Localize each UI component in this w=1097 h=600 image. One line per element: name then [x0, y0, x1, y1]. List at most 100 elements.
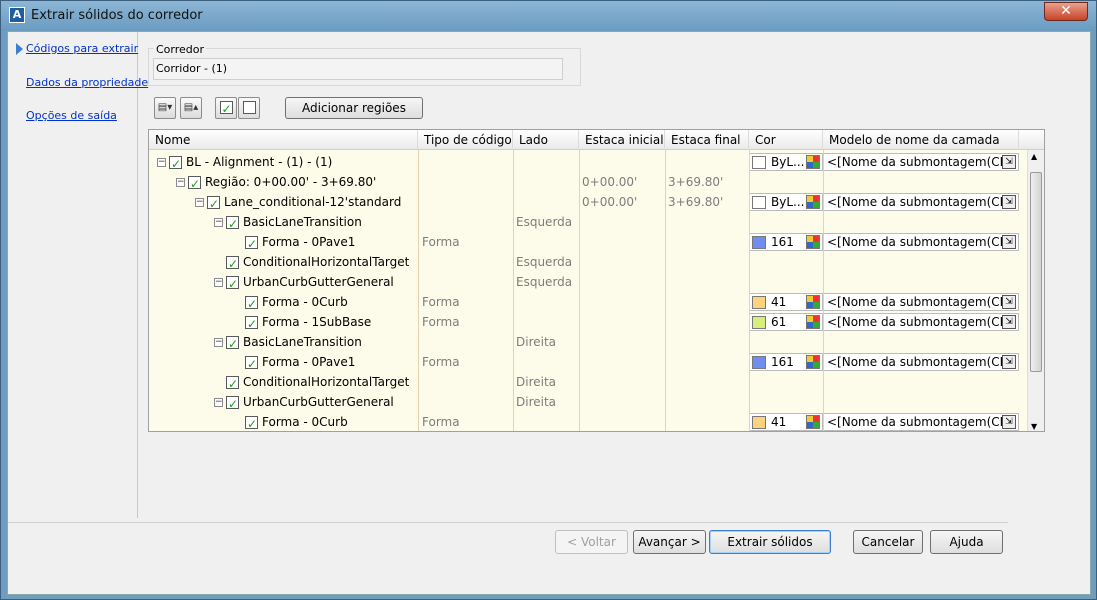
row-checkbox[interactable]: [169, 154, 182, 172]
grid-row[interactable]: ConditionalHorizontalTarget Esquerda: [149, 252, 1029, 272]
grid-row[interactable]: − BasicLaneTransition Direita: [149, 332, 1029, 352]
layer-name-template-field[interactable]: <[Nome da submontagem(CP... ⇲: [823, 353, 1019, 371]
color-selector[interactable]: 41: [749, 413, 823, 431]
header-name[interactable]: Nome: [149, 130, 418, 150]
extract-solids-button[interactable]: Extrair sólidos: [709, 530, 831, 554]
collapse-node-icon[interactable]: −: [214, 278, 223, 287]
color-palette-icon[interactable]: [806, 235, 820, 249]
color-palette-icon[interactable]: [806, 295, 820, 309]
title-bar[interactable]: A Extrair sólidos do corredor ✕: [1, 1, 1096, 31]
layer-name-template-field[interactable]: <[Nome da submontagem(CP... ⇲: [823, 313, 1019, 331]
row-checkbox[interactable]: [245, 294, 258, 312]
close-button[interactable]: ✕: [1044, 2, 1088, 21]
nav-link-property-data[interactable]: Dados da propriedade: [26, 76, 148, 89]
color-selector[interactable]: 41: [749, 293, 823, 311]
expand-all-icon[interactable]: ▤▾: [154, 97, 176, 119]
layer-picker-icon[interactable]: ⇲: [1002, 235, 1016, 249]
check-all-button[interactable]: [215, 97, 237, 119]
row-code-type: Forma: [422, 415, 460, 429]
back-button[interactable]: < Voltar: [555, 530, 628, 554]
layer-name-template-field[interactable]: <[Nome da submontagem(CP... ⇲: [823, 233, 1019, 251]
header-side[interactable]: Lado: [513, 130, 579, 150]
row-checkbox[interactable]: [226, 394, 239, 412]
header-end-station[interactable]: Estaca final: [665, 130, 749, 150]
scroll-up-icon[interactable]: ▲: [1031, 152, 1037, 161]
grid-row[interactable]: Forma - 0Pave1 Forma 161 <[Nome da submonta…: [149, 352, 1029, 372]
header-start-station[interactable]: Estaca inicial: [579, 130, 665, 150]
header-layer-template[interactable]: Modelo de nome da camada: [823, 130, 1019, 150]
collapse-node-icon[interactable]: −: [195, 198, 204, 207]
cancel-button[interactable]: Cancelar: [853, 530, 923, 554]
row-name-cell: − Região: 0+00.00' - 3+69.80': [176, 172, 376, 192]
color-palette-icon[interactable]: [806, 315, 820, 329]
grid-row[interactable]: − Lane_conditional-12'standard 0+00.00' 3+6…: [149, 192, 1029, 212]
row-name-cell: Forma - 0Curb: [233, 412, 348, 431]
uncheck-all-button[interactable]: [238, 97, 260, 119]
layer-template-value: <[Nome da submontagem(CP...: [827, 195, 1017, 209]
collapse-node-icon[interactable]: −: [176, 178, 185, 187]
color-swatch: [752, 356, 766, 369]
color-selector[interactable]: 161: [749, 353, 823, 371]
color-palette-icon[interactable]: [806, 355, 820, 369]
row-checkbox[interactable]: [226, 214, 239, 232]
grid-body: −BL - Alignment - (1) - (1)ByL...<[Nome …: [149, 150, 1029, 431]
add-regions-button[interactable]: Adicionar regiões: [285, 97, 423, 119]
row-checkbox[interactable]: [207, 194, 220, 212]
layer-picker-icon[interactable]: ⇲: [1002, 295, 1016, 309]
layer-picker-icon[interactable]: ⇲: [1002, 195, 1016, 209]
nav-link-codes[interactable]: Códigos para extrair: [26, 42, 138, 55]
row-checkbox[interactable]: [245, 414, 258, 431]
layer-name-template-field[interactable]: <[Nome da submontagem(CP... ⇲: [823, 413, 1019, 431]
nav-link-output-options[interactable]: Opções de saída: [26, 109, 117, 122]
layer-picker-icon[interactable]: ⇲: [1002, 315, 1016, 329]
layer-name-template-field[interactable]: <[Nome da submontagem(CP... ⇲: [823, 293, 1019, 311]
layer-name-template-field[interactable]: <[Nome da submontagem(CP... ⇲: [823, 153, 1019, 171]
color-selector[interactable]: ByL...: [749, 193, 823, 211]
help-button[interactable]: Ajuda: [930, 530, 1003, 554]
grid-row[interactable]: Forma - 0Pave1 Forma 161 <[Nome da submonta…: [149, 232, 1029, 252]
collapse-all-icon[interactable]: ▤▴: [180, 97, 202, 119]
color-palette-icon[interactable]: [806, 195, 820, 209]
grid-row[interactable]: − BasicLaneTransition Esquerda: [149, 212, 1029, 232]
row-checkbox[interactable]: [226, 374, 239, 392]
grid-row[interactable]: ConditionalHorizontalTarget Direita: [149, 372, 1029, 392]
color-palette-icon[interactable]: [806, 155, 820, 169]
color-palette-icon[interactable]: [806, 415, 820, 429]
wizard-nav: Códigos para extrair Dados da propriedad…: [8, 32, 148, 518]
row-name-cell: Forma - 0Pave1: [233, 232, 355, 252]
row-checkbox[interactable]: [188, 174, 201, 192]
layer-picker-icon[interactable]: ⇲: [1002, 355, 1016, 369]
row-checkbox[interactable]: [226, 334, 239, 352]
row-checkbox[interactable]: [245, 354, 258, 372]
scrollbar-thumb[interactable]: [1030, 172, 1042, 372]
color-selector[interactable]: ByL...: [749, 153, 823, 171]
row-checkbox[interactable]: [245, 314, 258, 332]
color-selector[interactable]: 161: [749, 233, 823, 251]
row-checkbox[interactable]: [226, 274, 239, 292]
row-checkbox[interactable]: [245, 234, 258, 252]
header-color[interactable]: Cor: [749, 130, 823, 150]
header-code-type[interactable]: Tipo de código: [418, 130, 513, 150]
layer-picker-icon[interactable]: ⇲: [1002, 415, 1016, 429]
layer-picker-icon[interactable]: ⇲: [1002, 155, 1016, 169]
scroll-down-icon[interactable]: ▼: [1031, 422, 1037, 431]
collapse-node-icon[interactable]: −: [214, 218, 223, 227]
next-button[interactable]: Avançar >: [633, 530, 706, 554]
grid-row[interactable]: − Região: 0+00.00' - 3+69.80' 0+00.00' 3+69…: [149, 172, 1029, 192]
row-checkbox[interactable]: [226, 254, 239, 272]
grid-row[interactable]: Forma - 1SubBase Forma 61 <[Nome da submont…: [149, 312, 1029, 332]
vertical-scrollbar[interactable]: ▲ ▼: [1027, 150, 1044, 431]
row-side: Esquerda: [516, 215, 573, 229]
grid-row[interactable]: Forma - 0Curb Forma 41 <[Nome da submontage…: [149, 412, 1029, 431]
collapse-node-icon[interactable]: −: [214, 398, 223, 407]
grid-row[interactable]: − BL - Alignment - (1) - (1) ByL... <[Nome …: [149, 152, 1029, 172]
grid-row[interactable]: Forma - 0Curb Forma 41 <[Nome da submontage…: [149, 292, 1029, 312]
layer-name-template-field[interactable]: <[Nome da submontagem(CP... ⇲: [823, 193, 1019, 211]
color-selector[interactable]: 61: [749, 313, 823, 331]
grid-row[interactable]: − UrbanCurbGutterGeneral Esquerda: [149, 272, 1029, 292]
row-name-cell: − BL - Alignment - (1) - (1): [157, 152, 332, 172]
row-name: Forma - 0Pave1: [262, 235, 356, 249]
grid-row[interactable]: − UrbanCurbGutterGeneral Direita: [149, 392, 1029, 412]
collapse-node-icon[interactable]: −: [214, 338, 223, 347]
collapse-node-icon[interactable]: −: [157, 158, 166, 167]
